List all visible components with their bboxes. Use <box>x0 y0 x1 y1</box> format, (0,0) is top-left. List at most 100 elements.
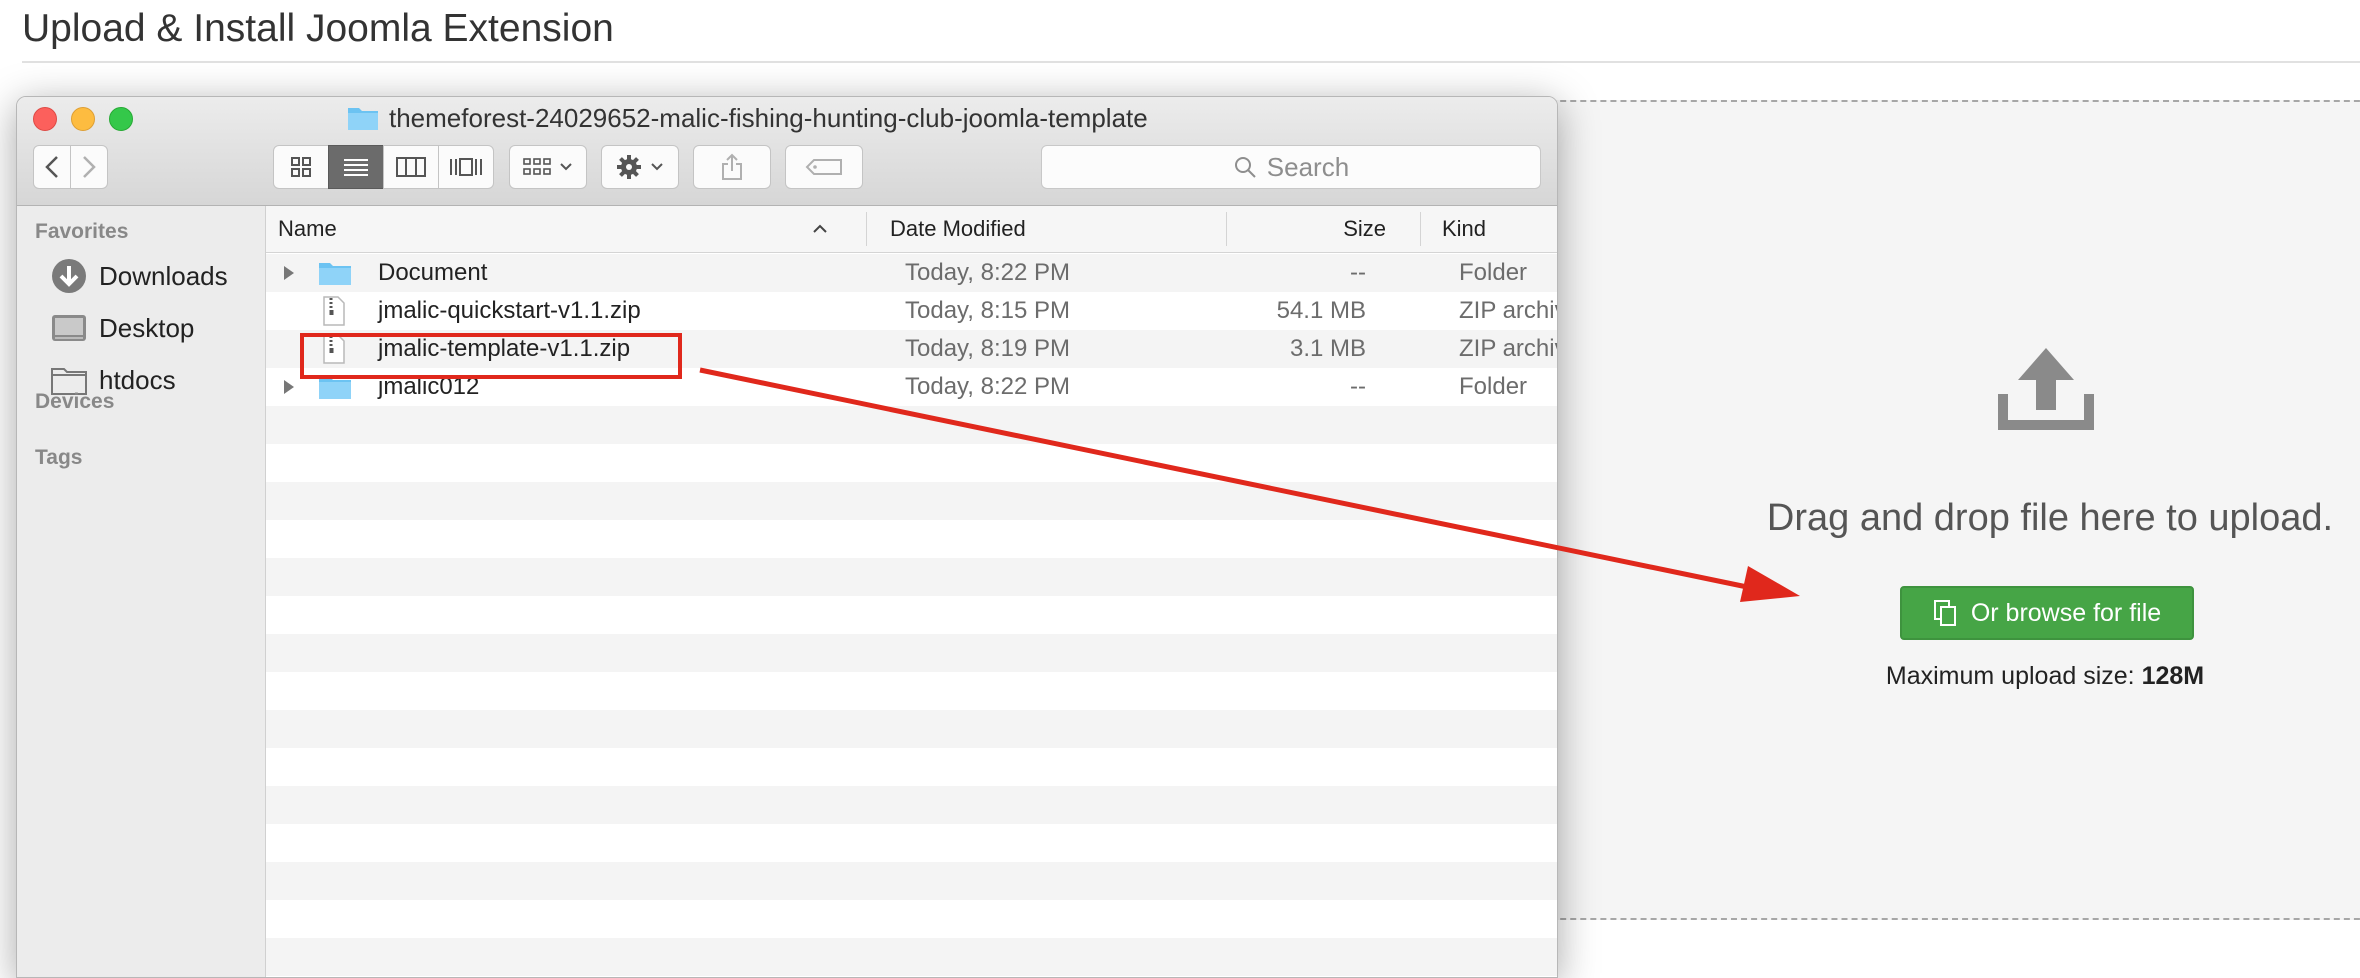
chevron-right-icon <box>83 156 96 178</box>
group-by-button[interactable] <box>509 145 587 189</box>
empty-row <box>266 900 1557 938</box>
file-size: 3.1 MB <box>1289 335 1366 362</box>
title-divider <box>22 61 2360 63</box>
file-kind: Folder <box>1459 373 1528 400</box>
tag-icon <box>805 159 842 175</box>
file-size: 54.1 MB <box>1276 297 1366 324</box>
file-kind: ZIP archiv <box>1459 297 1558 324</box>
column-date-label: Date Modified <box>890 216 1026 241</box>
chevron-down-icon <box>651 163 663 171</box>
empty-row <box>266 862 1557 900</box>
search-placeholder: Search <box>1266 151 1350 182</box>
tags-button[interactable] <box>785 145 863 189</box>
list-icon <box>344 159 368 176</box>
empty-row <box>266 406 1557 444</box>
gear-icon <box>617 155 641 179</box>
back-button[interactable] <box>33 145 71 189</box>
column-header-kind[interactable]: Kind <box>1442 206 1486 252</box>
empty-row <box>266 786 1557 824</box>
favorites-header: Favorites <box>35 220 129 243</box>
empty-row <box>266 520 1557 558</box>
column-divider <box>1420 212 1421 246</box>
file-date: Today, 8:19 PM <box>905 335 1070 362</box>
file-date: Today, 8:22 PM <box>905 373 1070 400</box>
columns-icon <box>396 157 426 177</box>
column-header-name[interactable]: Name <box>278 206 848 252</box>
file-size: -- <box>1350 259 1366 286</box>
zoom-window-button[interactable] <box>109 107 133 131</box>
file-row[interactable]: Document Today, 8:22 PM -- Folder <box>266 254 1557 292</box>
file-row[interactable]: jmalic-quickstart-v1.1.zip Today, 8:15 PM… <box>266 292 1557 330</box>
folder-icon <box>319 263 351 285</box>
empty-row <box>266 824 1557 862</box>
dropzone-instruction: Drag and drop file here to upload. <box>1766 497 2334 539</box>
tags-header: Tags <box>35 446 83 469</box>
empty-row <box>266 748 1557 786</box>
sidebar-item-label: Downloads <box>99 260 228 291</box>
grid-icon <box>291 157 311 177</box>
finder-titlebar[interactable]: themeforest-24029652-malic-fishing-hunti… <box>17 97 1557 206</box>
finder-window[interactable]: themeforest-24029652-malic-fishing-hunti… <box>16 96 1558 978</box>
empty-row <box>266 444 1557 482</box>
share-button[interactable] <box>693 145 771 189</box>
icon-view-button[interactable] <box>273 145 329 189</box>
column-divider <box>866 212 867 246</box>
file-kind: ZIP archiv <box>1459 335 1558 362</box>
max-upload-size: Maximum upload size: 128M <box>1800 662 2290 691</box>
folder-icon <box>348 108 378 130</box>
column-header-size[interactable]: Size <box>1226 206 1386 252</box>
empty-row <box>266 558 1557 596</box>
highlight-box <box>300 333 682 379</box>
column-size-label: Size <box>1343 216 1386 241</box>
column-view-button[interactable] <box>383 145 439 189</box>
file-date: Today, 8:15 PM <box>905 297 1070 324</box>
file-size: -- <box>1350 373 1366 400</box>
file-name: jmalic-quickstart-v1.1.zip <box>378 297 641 324</box>
file-kind: Folder <box>1459 259 1528 286</box>
sidebar-item-desktop[interactable]: Desktop <box>51 308 194 348</box>
empty-row <box>266 596 1557 634</box>
page-title: Upload & Install Joomla Extension <box>22 7 614 50</box>
gallery-view-button[interactable] <box>438 145 494 189</box>
share-icon <box>722 153 742 180</box>
empty-row <box>266 634 1557 672</box>
search-input[interactable]: Search <box>1041 145 1541 189</box>
minimize-window-button[interactable] <box>71 107 95 131</box>
file-list[interactable]: Name Date Modified Size Kind Document Tod… <box>266 206 1557 977</box>
max-upload-label: Maximum upload size: <box>1885 662 2135 690</box>
sort-ascending-icon <box>813 224 827 233</box>
upload-icon <box>1998 348 2094 430</box>
browse-file-button[interactable]: Or browse for file <box>1900 586 2194 640</box>
window-title-text: themeforest-24029652-malic-fishing-hunti… <box>389 102 1148 133</box>
search-icon <box>1234 157 1256 178</box>
coverflow-icon <box>450 158 482 176</box>
empty-row <box>266 710 1557 748</box>
forward-button[interactable] <box>70 145 108 189</box>
close-window-button[interactable] <box>33 107 57 131</box>
empty-row <box>266 938 1557 976</box>
zip-file-icon <box>323 296 345 326</box>
downloads-icon <box>52 259 86 293</box>
list-header: Name Date Modified Size Kind <box>266 206 1557 253</box>
sidebar-item-downloads[interactable]: Downloads <box>51 256 228 296</box>
files-icon <box>1933 600 1956 626</box>
devices-header: Devices <box>35 390 115 413</box>
list-view-button[interactable] <box>328 145 384 189</box>
disclosure-triangle-icon[interactable] <box>282 379 296 395</box>
empty-row <box>266 672 1557 710</box>
empty-row <box>266 482 1557 520</box>
action-menu-button[interactable] <box>601 145 679 189</box>
file-date: Today, 8:22 PM <box>905 259 1070 286</box>
sidebar-item-label: Desktop <box>99 312 195 343</box>
column-name-label: Name <box>278 216 337 241</box>
chevron-down-icon <box>560 163 572 171</box>
column-header-date[interactable]: Date Modified <box>890 206 1026 252</box>
desktop-icon <box>52 315 86 341</box>
group-icon <box>523 158 551 175</box>
chevron-left-icon <box>45 156 58 178</box>
file-name: Document <box>378 259 488 286</box>
disclosure-triangle-icon[interactable] <box>282 265 296 281</box>
finder-sidebar: Favorites Downloads Desktop htdocs Devic… <box>17 206 266 977</box>
window-title: themeforest-24029652-malic-fishing-hunti… <box>347 101 1148 135</box>
column-kind-label: Kind <box>1442 216 1487 241</box>
